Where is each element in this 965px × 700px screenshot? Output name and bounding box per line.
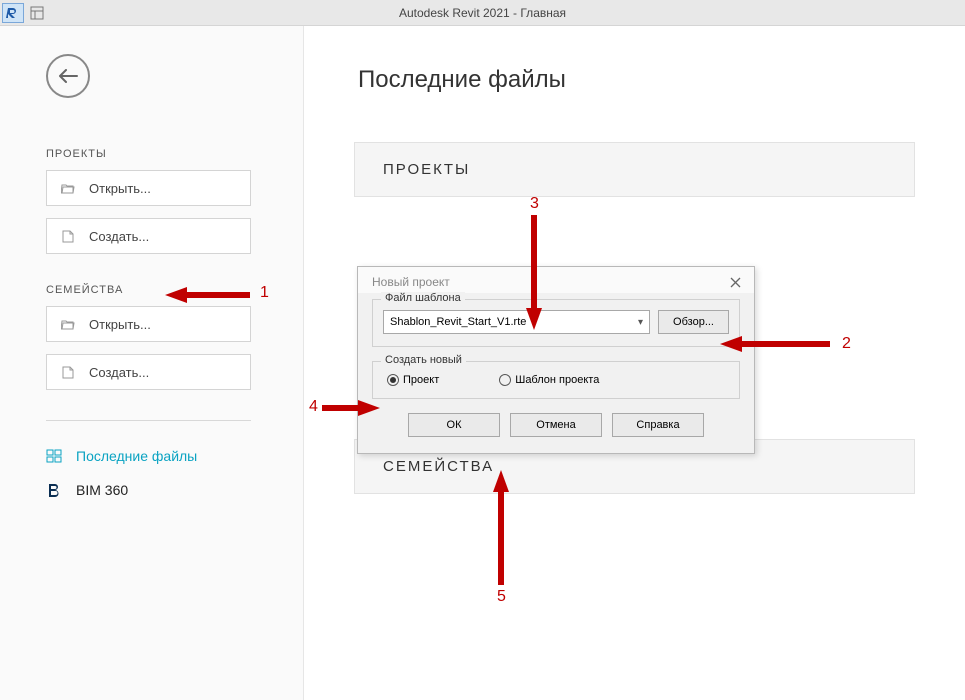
- families-section-label: СЕМЕЙСТВА: [46, 284, 283, 296]
- window-title: Autodesk Revit 2021 - Главная: [399, 6, 566, 20]
- combo-value: Shablon_Revit_Start_V1.rte: [390, 316, 526, 328]
- cancel-button[interactable]: Отмена: [510, 413, 602, 437]
- nav-label: Последние файлы: [76, 448, 197, 464]
- app-icon[interactable]: [2, 3, 24, 23]
- fieldset-legend: Файл шаблона: [381, 292, 465, 304]
- projects-open-button[interactable]: Открыть...: [46, 170, 251, 206]
- projects-panel: ПРОЕКТЫ: [354, 142, 915, 197]
- template-fieldset: Файл шаблона Shablon_Revit_Start_V1.rte …: [372, 299, 740, 347]
- help-button[interactable]: Справка: [612, 413, 704, 437]
- browse-button[interactable]: Обзор...: [658, 310, 729, 334]
- chevron-down-icon: ▾: [638, 317, 643, 328]
- projects-section-label: ПРОЕКТЫ: [46, 148, 283, 160]
- sidebar-divider: [46, 420, 251, 421]
- radio-project-template[interactable]: Шаблон проекта: [499, 374, 599, 386]
- arrow-left-icon: [58, 69, 78, 83]
- back-button[interactable]: [46, 54, 90, 98]
- folder-open-icon: [61, 183, 75, 194]
- button-label: Создать...: [89, 229, 149, 244]
- new-file-icon: [61, 230, 75, 243]
- titlebar: Autodesk Revit 2021 - Главная: [0, 0, 965, 26]
- dialog-title: Новый проект: [372, 275, 450, 289]
- sidebar: ПРОЕКТЫ Открыть... Создать... СЕМЕЙСТВА …: [0, 26, 304, 700]
- bim360-icon: [46, 483, 62, 497]
- create-new-fieldset: Создать новый Проект Шаблон проекта: [372, 361, 740, 399]
- radio-icon: [387, 374, 399, 386]
- folder-open-icon: [61, 319, 75, 330]
- new-file-icon: [61, 366, 75, 379]
- families-create-button[interactable]: Создать...: [46, 354, 251, 390]
- recent-icon: [46, 449, 62, 463]
- button-label: Открыть...: [89, 317, 151, 332]
- button-label: Создать...: [89, 365, 149, 380]
- page-title: Последние файлы: [358, 66, 915, 94]
- nav-bim360[interactable]: BIM 360: [46, 473, 283, 507]
- panel-title: ПРОЕКТЫ: [383, 161, 886, 178]
- radio-project[interactable]: Проект: [387, 374, 439, 386]
- projects-create-button[interactable]: Создать...: [46, 218, 251, 254]
- properties-icon[interactable]: [26, 3, 48, 23]
- radio-label: Шаблон проекта: [515, 374, 599, 386]
- panel-title: СЕМЕЙСТВА: [383, 458, 886, 475]
- fieldset-legend: Создать новый: [381, 354, 466, 366]
- new-project-dialog: Новый проект Файл шаблона Shablon_Revit_…: [357, 266, 755, 454]
- radio-label: Проект: [403, 374, 439, 386]
- families-open-button[interactable]: Открыть...: [46, 306, 251, 342]
- radio-icon: [499, 374, 511, 386]
- close-icon: [730, 277, 741, 288]
- template-combobox[interactable]: Shablon_Revit_Start_V1.rte ▾: [383, 310, 650, 334]
- nav-recent-files[interactable]: Последние файлы: [46, 439, 283, 473]
- ok-button[interactable]: ОК: [408, 413, 500, 437]
- nav-label: BIM 360: [76, 482, 128, 498]
- dialog-close-button[interactable]: [726, 273, 744, 291]
- button-label: Открыть...: [89, 181, 151, 196]
